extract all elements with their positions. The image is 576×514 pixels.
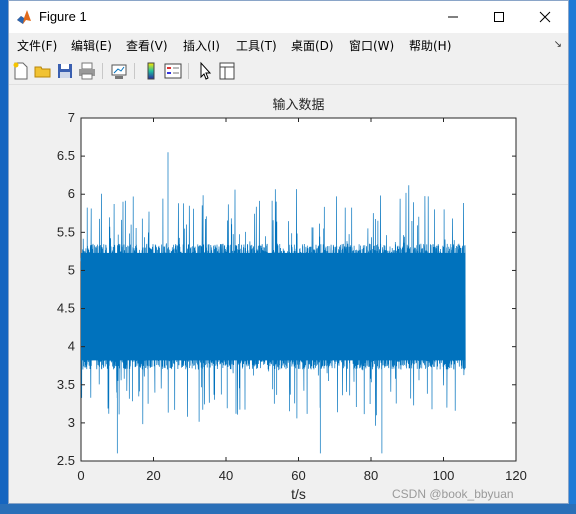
x-tick-label: 20 xyxy=(146,468,160,483)
y-tick-label: 6.5 xyxy=(57,148,75,163)
y-tick-label: 2.5 xyxy=(57,453,75,468)
x-tick-label: 60 xyxy=(291,468,305,483)
chart: 0 20 40 60 80 100 120 2.5 3 3.5 4 4.5 5 5.5 6 6.5 7 输入数据… xyxy=(57,97,527,502)
y-tick-label: 5 xyxy=(68,262,75,277)
signal-band xyxy=(81,252,466,361)
x-tick-label: 40 xyxy=(219,468,233,483)
x-tick-label: 0 xyxy=(77,468,84,483)
y-tick-label: 3 xyxy=(68,415,75,430)
y-tick-label: 7 xyxy=(68,110,75,125)
y-tick-label: 6 xyxy=(68,186,75,201)
y-tick-label: 5.5 xyxy=(57,224,75,239)
x-tick-label: 100 xyxy=(433,468,455,483)
watermark: CSDN @book_bbyuan xyxy=(392,487,514,501)
x-tick-label: 80 xyxy=(364,468,378,483)
y-tick-label: 3.5 xyxy=(57,377,75,392)
x-axis-label: t/s xyxy=(291,486,306,502)
y-tick-label: 4 xyxy=(68,339,75,354)
chart-title: 输入数据 xyxy=(272,97,324,113)
y-tick-label: 4.5 xyxy=(57,301,75,316)
x-tick-label: 120 xyxy=(505,468,527,483)
